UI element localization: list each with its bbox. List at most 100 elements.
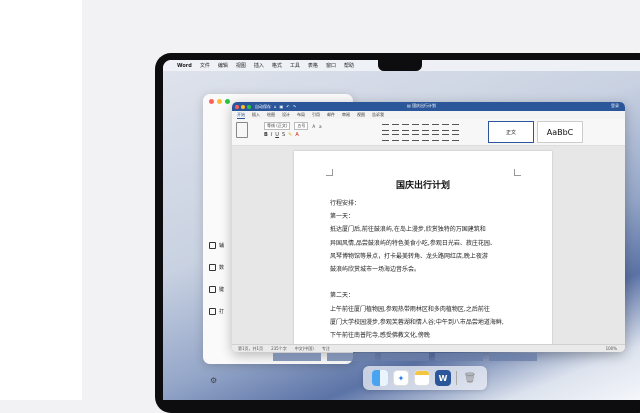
paragraph-controls: [382, 124, 459, 141]
accessibility-icon: [209, 241, 216, 249]
font-name-select[interactable]: 等线 (正文): [264, 122, 291, 130]
increase-indent-icon[interactable]: [422, 124, 429, 131]
minimize-button[interactable]: [217, 99, 222, 104]
shading-icon[interactable]: [432, 134, 439, 141]
thumbnail: [327, 353, 375, 361]
distributed-icon[interactable]: [422, 134, 429, 141]
document-line: 上午前往厦门植物园,参观热带雨林区和多肉植物区,之后前往: [330, 305, 490, 313]
menu-item-help[interactable]: 帮助: [344, 62, 354, 69]
document-line: 第二天：: [330, 292, 355, 300]
home-icon[interactable]: ⌂: [274, 104, 277, 109]
bold-icon[interactable]: B: [264, 132, 268, 138]
settings-sidebar: 辅 数 键 打: [209, 234, 224, 322]
style-normal[interactable]: 正文: [488, 121, 534, 143]
line-spacing-icon[interactable]: [452, 124, 459, 131]
safari-icon[interactable]: ✦: [393, 370, 409, 386]
menu-item-edit[interactable]: 编辑: [218, 62, 228, 69]
sort-icon[interactable]: [432, 124, 439, 131]
focus-button[interactable]: 专注: [322, 346, 330, 352]
tab-references[interactable]: 引用: [312, 112, 320, 118]
settings-item-data[interactable]: 数: [209, 256, 224, 278]
settings-item-keyboard[interactable]: 键: [209, 278, 224, 300]
word-window-controls: [235, 104, 251, 109]
window-controls: [209, 99, 230, 104]
shrink-font-icon[interactable]: a: [319, 124, 321, 129]
multilevel-icon[interactable]: [402, 124, 409, 131]
settings-item-accessibility[interactable]: 辅: [209, 234, 224, 256]
highlight-icon[interactable]: ✎: [288, 132, 292, 138]
italic-icon[interactable]: I: [271, 132, 272, 138]
document-heading[interactable]: 国庆出行计划: [294, 178, 552, 191]
menu-app-name[interactable]: Word: [177, 63, 192, 69]
zoom-level[interactable]: 100%: [606, 346, 617, 351]
menu-item-format[interactable]: 格式: [272, 62, 282, 69]
word-zoom-button[interactable]: [247, 104, 251, 109]
keyboard-icon: [209, 285, 216, 293]
menu-item-view[interactable]: 视图: [236, 62, 246, 69]
show-marks-icon[interactable]: [442, 124, 449, 131]
tab-view[interactable]: 视图: [357, 112, 365, 118]
asian-layout-icon[interactable]: [452, 134, 459, 141]
style-preview[interactable]: AaBbC: [537, 121, 583, 143]
align-center-icon[interactable]: [392, 134, 399, 141]
tab-layout[interactable]: 布局: [297, 112, 305, 118]
save-icon[interactable]: ▣: [280, 104, 284, 109]
document-line: 异国风情,品尝鼓浪屿的特色美食小吃,参观日光岩、菽庄花园、: [330, 239, 496, 247]
font-size-select[interactable]: 五号: [294, 122, 309, 130]
finder-icon[interactable]: [372, 370, 388, 386]
notes-icon[interactable]: [414, 370, 430, 386]
menu-item-window[interactable]: 窗口: [326, 62, 336, 69]
zoom-button[interactable]: [225, 99, 230, 104]
document-line: 风琴博物馆等景点，打卡最美转角、龙头路网红店,晚上夜游: [330, 252, 488, 260]
font-controls: 等线 (正文) 五号 A a: [264, 122, 322, 130]
tab-design[interactable]: 设计: [282, 112, 290, 118]
tab-insert[interactable]: 插入: [252, 112, 260, 118]
margin-marker: [326, 169, 333, 176]
font-color-icon[interactable]: A: [295, 132, 298, 138]
undo-icon[interactable]: ↶: [286, 104, 289, 109]
word-icon[interactable]: W: [435, 370, 451, 386]
menu-item-table[interactable]: 表格: [308, 62, 318, 69]
close-button[interactable]: [209, 99, 214, 104]
tab-review[interactable]: 审阅: [342, 112, 350, 118]
settings-item-print[interactable]: 打: [209, 300, 224, 322]
tab-draw[interactable]: 绘图: [267, 112, 275, 118]
settings-item-label: 键: [219, 286, 225, 293]
strikethrough-icon[interactable]: S: [282, 132, 285, 138]
numbering-icon[interactable]: [392, 124, 399, 131]
borders-icon[interactable]: [442, 134, 449, 141]
paste-icon[interactable]: [236, 122, 248, 138]
decrease-indent-icon[interactable]: [412, 124, 419, 131]
grow-font-icon[interactable]: A: [312, 124, 315, 129]
autosave-toggle[interactable]: 自动保存: [255, 104, 271, 110]
tab-mailings[interactable]: 邮件: [327, 112, 335, 118]
bullets-icon[interactable]: [382, 124, 389, 131]
quick-access-toolbar: 自动保存 ⌂ ▣ ↶ ↷: [255, 104, 296, 110]
tab-home[interactable]: 开始: [237, 112, 245, 119]
document-area: 国庆出行计划 行程安排： 第一天： 抵达厦门后,前往鼓浪屿,在岛上漫步,欣赏独特…: [232, 146, 625, 346]
language-indicator[interactable]: 中文(中国): [295, 346, 314, 352]
menu-item-insert[interactable]: 插入: [254, 62, 264, 69]
document-page[interactable]: 国庆出行计划 行程安排： 第一天： 抵达厦门后,前往鼓浪屿,在岛上漫步,欣赏独特…: [294, 151, 552, 346]
document-body[interactable]: 行程安排： 第一天： 抵达厦门后,前往鼓浪屿,在岛上漫步,欣赏独特的万国建筑和 …: [330, 197, 516, 342]
settings-item-label: 打: [219, 308, 225, 315]
document-title-text: 国庆出行计划: [412, 103, 437, 108]
document-line: 鼓浪屿欣赏城市一场海边音乐会。: [330, 266, 421, 274]
tab-tell-me[interactable]: 告诉我: [372, 112, 384, 118]
word-title-bar: 自动保存 ⌂ ▣ ↶ ↷ ▤ 国庆出行计划 登录: [232, 102, 625, 111]
underline-icon[interactable]: U: [275, 132, 279, 138]
gear-icon[interactable]: ⚙: [210, 376, 217, 385]
page-count: 第1页，共1页: [238, 345, 264, 351]
word-minimize-button[interactable]: [241, 104, 245, 109]
account-button[interactable]: 登录: [611, 103, 619, 109]
document-title: ▤ 国庆出行计划: [407, 103, 436, 109]
word-close-button[interactable]: [235, 104, 239, 109]
align-left-icon[interactable]: [382, 134, 389, 141]
menu-item-file[interactable]: 文件: [200, 62, 210, 69]
redo-icon[interactable]: ↷: [293, 104, 296, 109]
trash-icon[interactable]: 🗑: [462, 370, 478, 386]
dock-separator: [456, 371, 457, 385]
align-right-icon[interactable]: [402, 134, 409, 141]
menu-item-tools[interactable]: 工具: [290, 62, 300, 69]
justify-icon[interactable]: [412, 134, 419, 141]
